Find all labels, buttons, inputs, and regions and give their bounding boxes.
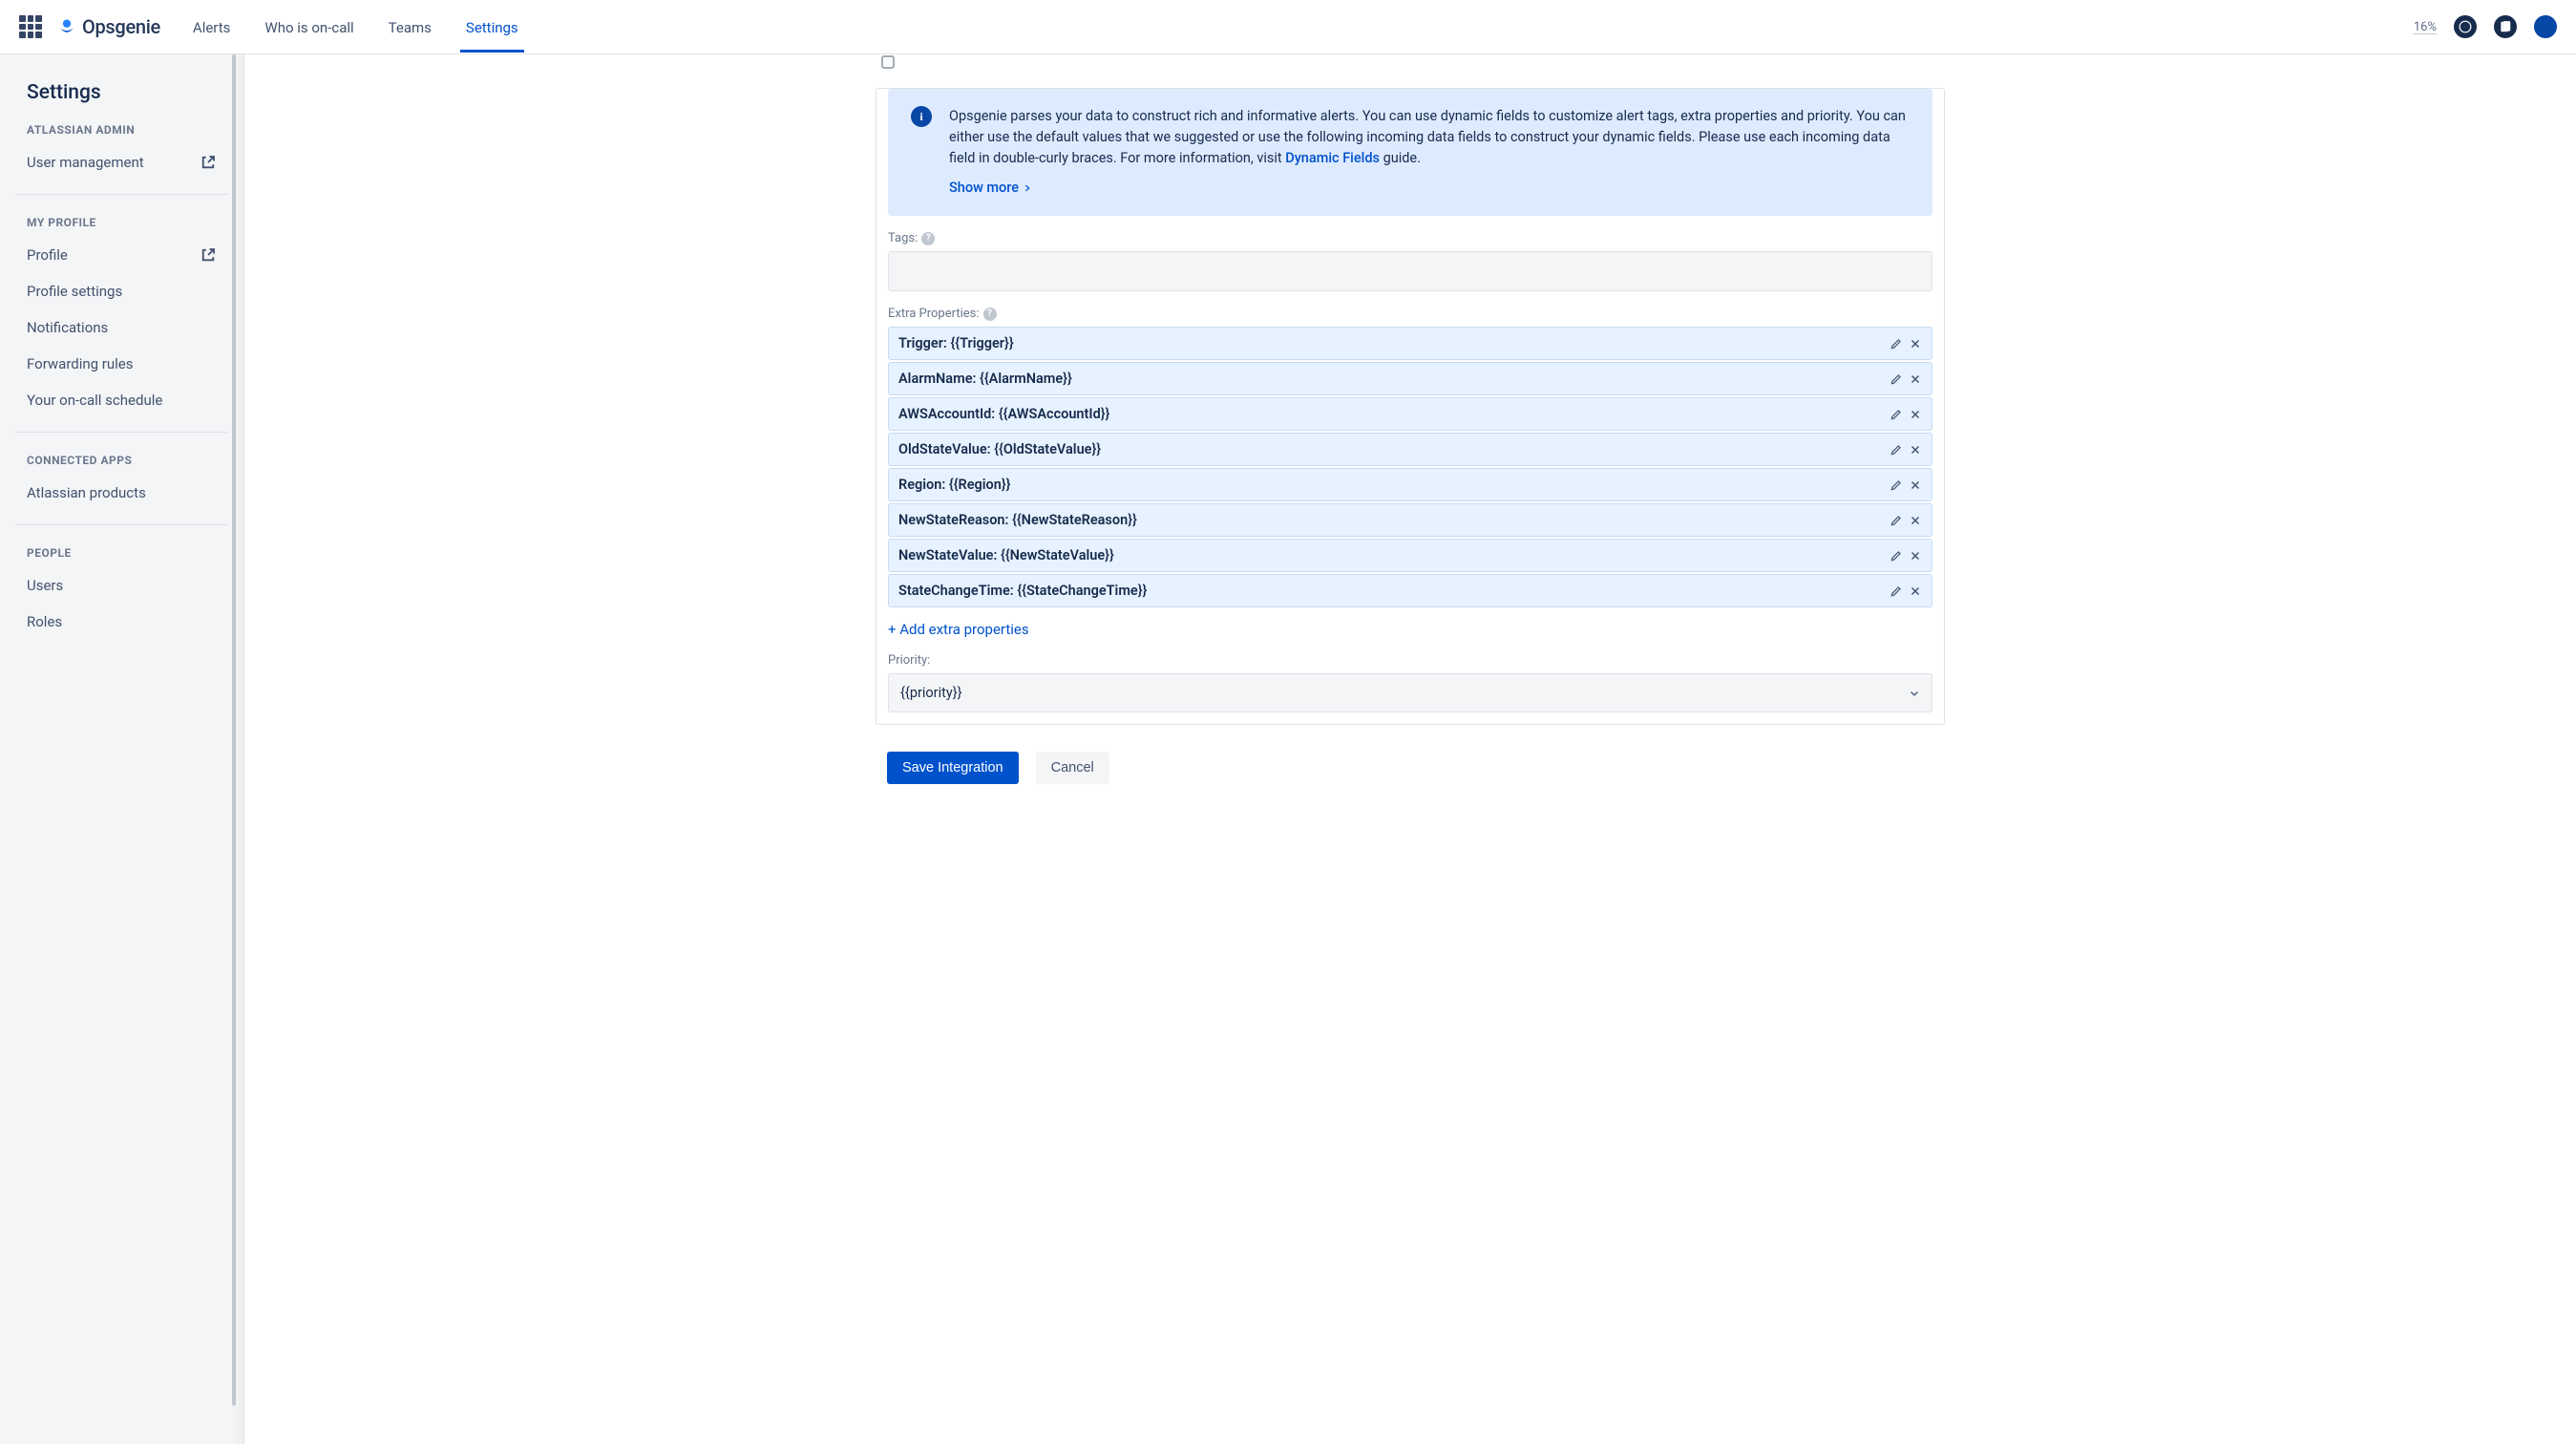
sidebar-head-people: PEOPLE [0, 539, 243, 567]
property-row: AlarmName: {{AlarmName}} [888, 362, 1932, 395]
brand-name: Opsgenie [82, 15, 160, 38]
help-icon[interactable]: ? [921, 232, 935, 245]
edit-icon[interactable] [1890, 514, 1903, 527]
property-row: Region: {{Region}} [888, 468, 1932, 501]
sidebar-item-users[interactable]: Users [0, 567, 243, 604]
property-text: Trigger: {{Trigger}} [898, 335, 1014, 351]
close-icon[interactable] [1909, 443, 1922, 457]
integration-card: i Opsgenie parses your data to construct… [876, 88, 1945, 725]
chevron-right-icon [1023, 183, 1032, 193]
compass-icon[interactable] [2454, 15, 2477, 38]
close-icon[interactable] [1909, 408, 1922, 421]
priority-value: {{priority}} [900, 685, 962, 701]
property-row: AWSAccountId: {{AWSAccountId}} [888, 397, 1932, 431]
dynamic-fields-link[interactable]: Dynamic Fields [1285, 150, 1380, 166]
property-row: StateChangeTime: {{StateChangeTime}} [888, 574, 1932, 607]
property-text: NewStateReason: {{NewStateReason}} [898, 512, 1137, 528]
close-icon[interactable] [1909, 584, 1922, 598]
edit-icon[interactable] [1890, 443, 1903, 457]
edit-icon[interactable] [1890, 372, 1903, 386]
sidebar-item-profile-settings[interactable]: Profile settings [0, 273, 243, 309]
sidebar-item-roles[interactable]: Roles [0, 604, 243, 640]
sidebar-item-profile[interactable]: Profile [0, 237, 243, 273]
property-row: NewStateValue: {{NewStateValue}} [888, 539, 1932, 572]
property-row: Trigger: {{Trigger}} [888, 327, 1932, 360]
cancel-button[interactable]: Cancel [1036, 752, 1109, 784]
property-row: NewStateReason: {{NewStateReason}} [888, 503, 1932, 537]
external-link-icon [200, 154, 217, 171]
tags-input[interactable] [888, 251, 1932, 291]
sidebar-head-my-profile: MY PROFILE [0, 208, 243, 237]
add-extra-properties-link[interactable]: + Add extra properties [888, 621, 1029, 638]
sidebar-title: Settings [0, 81, 243, 116]
property-row: OldStateValue: {{OldStateValue}} [888, 433, 1932, 466]
sidebar-item-user-management[interactable]: User management [0, 144, 243, 180]
extra-properties-label: Extra Properties: ? [888, 307, 1932, 321]
close-icon[interactable] [1909, 514, 1922, 527]
top-header: Opsgenie Alerts Who is on-call Teams Set… [0, 0, 2576, 54]
priority-select[interactable]: {{priority}} [888, 673, 1932, 712]
edit-icon[interactable] [1890, 408, 1903, 421]
notes-icon[interactable] [2494, 15, 2517, 38]
sidebar-item-forwarding-rules[interactable]: Forwarding rules [0, 346, 243, 382]
property-text: StateChangeTime: {{StateChangeTime}} [898, 583, 1147, 599]
show-more-button[interactable]: Show more [949, 178, 1910, 199]
sidebar-head-connected-apps: CONNECTED APPS [0, 446, 243, 475]
nav-alerts[interactable]: Alerts [187, 2, 237, 53]
info-text: Opsgenie parses your data to construct r… [949, 108, 1906, 166]
external-link-icon [200, 246, 217, 264]
nav-who-on-call[interactable]: Who is on-call [259, 2, 359, 53]
extra-properties-list: Trigger: {{Trigger}} AlarmName: {{AlarmNa… [888, 327, 1932, 607]
edit-icon[interactable] [1890, 337, 1903, 350]
sidebar-item-notifications[interactable]: Notifications [0, 309, 243, 346]
close-icon[interactable] [1909, 372, 1922, 386]
sidebar-item-your-on-call-schedule[interactable]: Your on-call schedule [0, 382, 243, 418]
checkbox[interactable] [881, 55, 895, 69]
edit-icon[interactable] [1890, 478, 1903, 492]
close-icon[interactable] [1909, 337, 1922, 350]
edit-icon[interactable] [1890, 584, 1903, 598]
opsgenie-logo-icon [57, 17, 76, 36]
info-banner: i Opsgenie parses your data to construct… [888, 89, 1932, 216]
usage-percent[interactable]: 16% [2414, 20, 2437, 34]
nav-settings[interactable]: Settings [460, 2, 524, 53]
sidebar-item-atlassian-products[interactable]: Atlassian products [0, 475, 243, 511]
property-text: OldStateValue: {{OldStateValue}} [898, 441, 1101, 457]
sidebar-head-atlassian-admin: ATLASSIAN ADMIN [0, 116, 243, 144]
grid-icon [19, 15, 42, 38]
main-content: i Opsgenie parses your data to construct… [244, 54, 2576, 1444]
save-integration-button[interactable]: Save Integration [887, 752, 1019, 784]
property-text: NewStateValue: {{NewStateValue}} [898, 547, 1114, 563]
nav-teams[interactable]: Teams [383, 2, 437, 53]
avatar[interactable] [2534, 15, 2557, 38]
app-switcher[interactable] [19, 15, 42, 38]
close-icon[interactable] [1909, 549, 1922, 563]
property-text: Region: {{Region}} [898, 477, 1010, 493]
edit-icon[interactable] [1890, 549, 1903, 563]
sidebar: Settings ATLASSIAN ADMIN User management… [0, 54, 244, 1444]
property-text: AWSAccountId: {{AWSAccountId}} [898, 406, 1109, 422]
top-nav: Alerts Who is on-call Teams Settings [187, 2, 524, 53]
chevron-down-icon [1909, 688, 1920, 699]
tags-label: Tags: ? [888, 231, 1932, 245]
close-icon[interactable] [1909, 478, 1922, 492]
info-icon: i [911, 106, 932, 127]
priority-label: Priority: [888, 653, 1932, 668]
property-text: AlarmName: {{AlarmName}} [898, 371, 1072, 387]
help-icon[interactable]: ? [983, 308, 997, 321]
logo[interactable]: Opsgenie [57, 15, 160, 38]
